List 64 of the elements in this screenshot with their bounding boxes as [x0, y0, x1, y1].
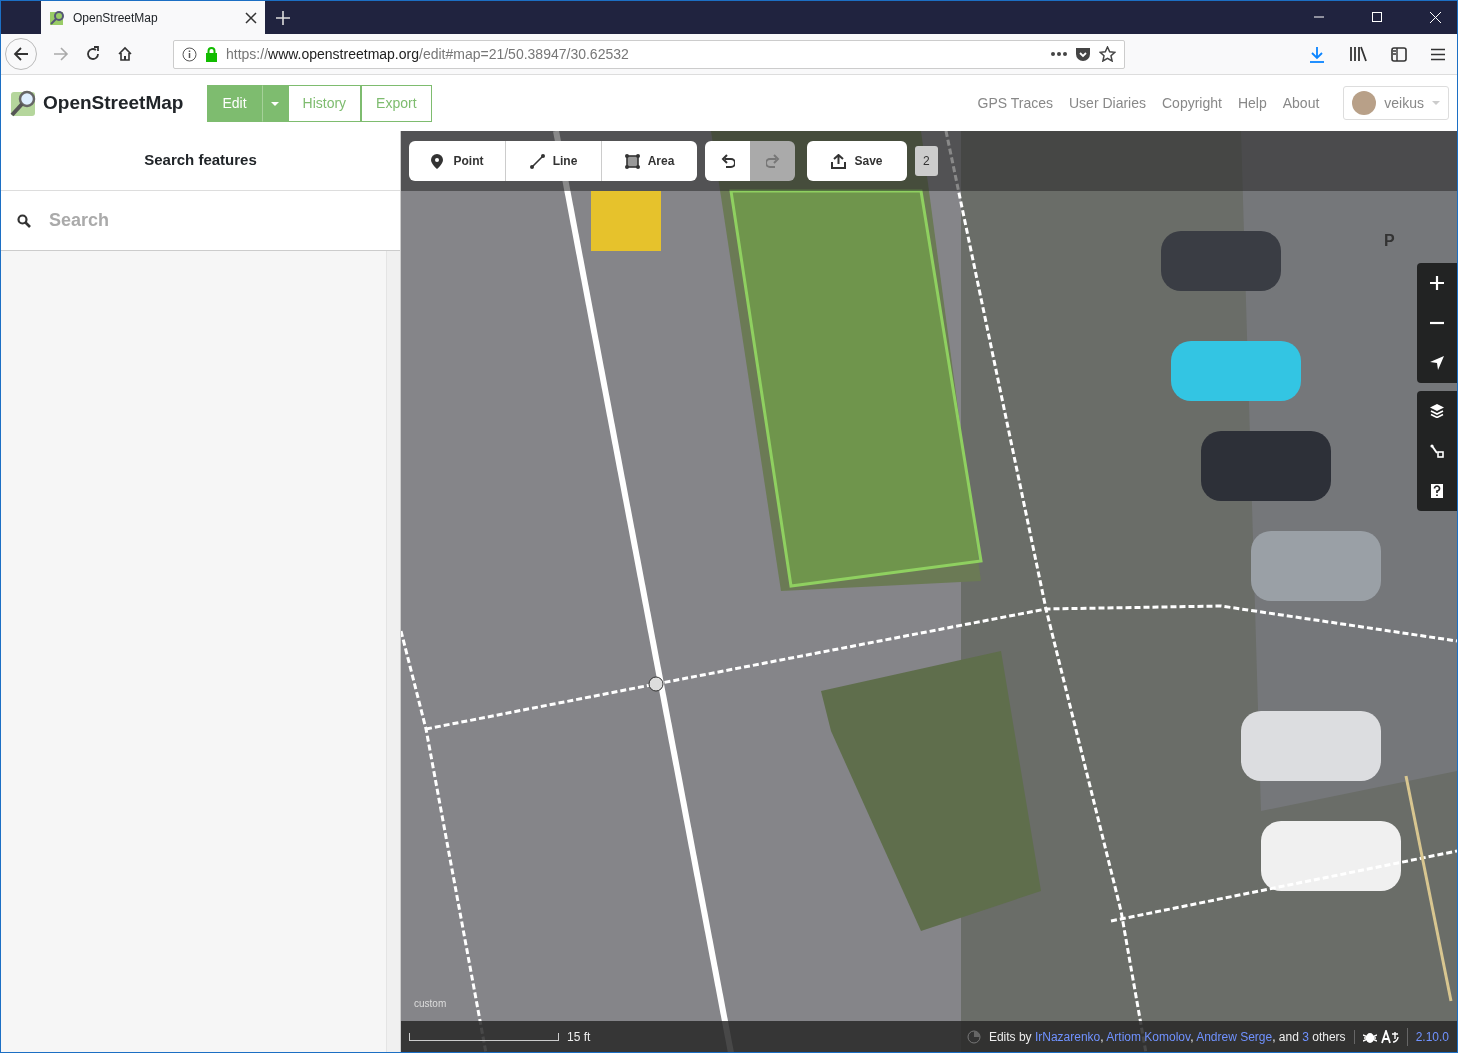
library-icon[interactable]	[1349, 46, 1367, 62]
version-link[interactable]: 2.10.0	[1406, 1028, 1449, 1046]
nav-link[interactable]: About	[1282, 92, 1320, 114]
user-menu-button[interactable]: veikus	[1343, 86, 1449, 120]
tab-title: OpenStreetMap	[73, 9, 159, 27]
close-icon[interactable]	[245, 11, 257, 24]
scale-label: 15 ft	[567, 1029, 591, 1046]
crossing-node[interactable]	[648, 676, 664, 692]
sidebar-icon[interactable]	[1391, 46, 1407, 62]
path-line[interactable]	[1404, 775, 1453, 1002]
map-label: P	[1384, 231, 1395, 251]
location-arrow-icon	[1430, 356, 1444, 370]
url-field[interactable]: https://www.openstreetmap.org/edit#map=21/50.38947/30.62532	[173, 39, 1125, 69]
area-icon	[624, 153, 640, 169]
lock-icon	[205, 46, 218, 62]
download-icon[interactable]	[1309, 45, 1325, 63]
reload-icon[interactable]	[85, 46, 101, 62]
pocket-icon[interactable]	[1075, 46, 1091, 62]
nav-link[interactable]: Help	[1237, 92, 1267, 114]
nav-link[interactable]: GPS Traces	[977, 92, 1053, 114]
nav-button[interactable]: Export	[361, 84, 432, 122]
undo-icon	[720, 153, 735, 169]
attribution-text: Edits by IrNazarenko, Artiom Komolov, Andrew Serge, and 3 others	[988, 1029, 1346, 1046]
imagery-label: custom	[414, 997, 447, 1011]
line-icon	[529, 153, 545, 169]
nav-link[interactable]: User Diaries	[1069, 92, 1146, 114]
maximize-icon[interactable]	[1372, 12, 1382, 22]
more-icon[interactable]	[1051, 52, 1067, 56]
home-icon[interactable]	[117, 46, 133, 62]
map-icon	[49, 9, 65, 26]
footway-line[interactable]	[1110, 849, 1457, 923]
plus-icon[interactable]	[276, 10, 290, 25]
footway-line[interactable]	[425, 604, 1457, 731]
browser-tab[interactable]: OpenStreetMap	[41, 1, 265, 34]
user-link[interactable]: 3	[1302, 1030, 1309, 1044]
mode-button[interactable]: Line	[505, 141, 601, 181]
map-data-icon	[1430, 444, 1444, 458]
avatar	[1352, 91, 1377, 115]
point-icon	[430, 153, 446, 169]
search-box[interactable]: Search	[1, 191, 400, 251]
edit-count: 2	[915, 146, 938, 176]
undo-button[interactable]	[705, 141, 750, 181]
info-icon	[182, 46, 197, 62]
caret-icon	[270, 101, 279, 106]
save-button[interactable]: Save	[807, 141, 907, 181]
bug-icon[interactable]	[1362, 1030, 1377, 1044]
search-icon	[17, 213, 31, 228]
mode-button[interactable]: Point	[409, 141, 505, 181]
mode-button[interactable]: Area	[601, 141, 697, 181]
redo-icon	[765, 153, 780, 169]
help-icon	[1430, 484, 1444, 498]
nav-link[interactable]: Copyright	[1162, 92, 1222, 114]
menu-icon[interactable]	[1431, 47, 1445, 61]
caret-icon	[1432, 101, 1440, 105]
site-title[interactable]: OpenStreetMap	[43, 88, 184, 118]
back-arrow-icon	[13, 47, 29, 61]
sidebar-title: Search features	[144, 150, 257, 171]
layers-icon	[1430, 404, 1444, 418]
upload-icon	[831, 153, 847, 169]
scrollbar[interactable]	[386, 251, 400, 1052]
translate-icon[interactable]	[1380, 1030, 1399, 1044]
star-icon[interactable]	[1099, 46, 1116, 62]
zoom-in-icon	[1430, 276, 1444, 290]
nav-button[interactable]: History	[287, 84, 362, 122]
